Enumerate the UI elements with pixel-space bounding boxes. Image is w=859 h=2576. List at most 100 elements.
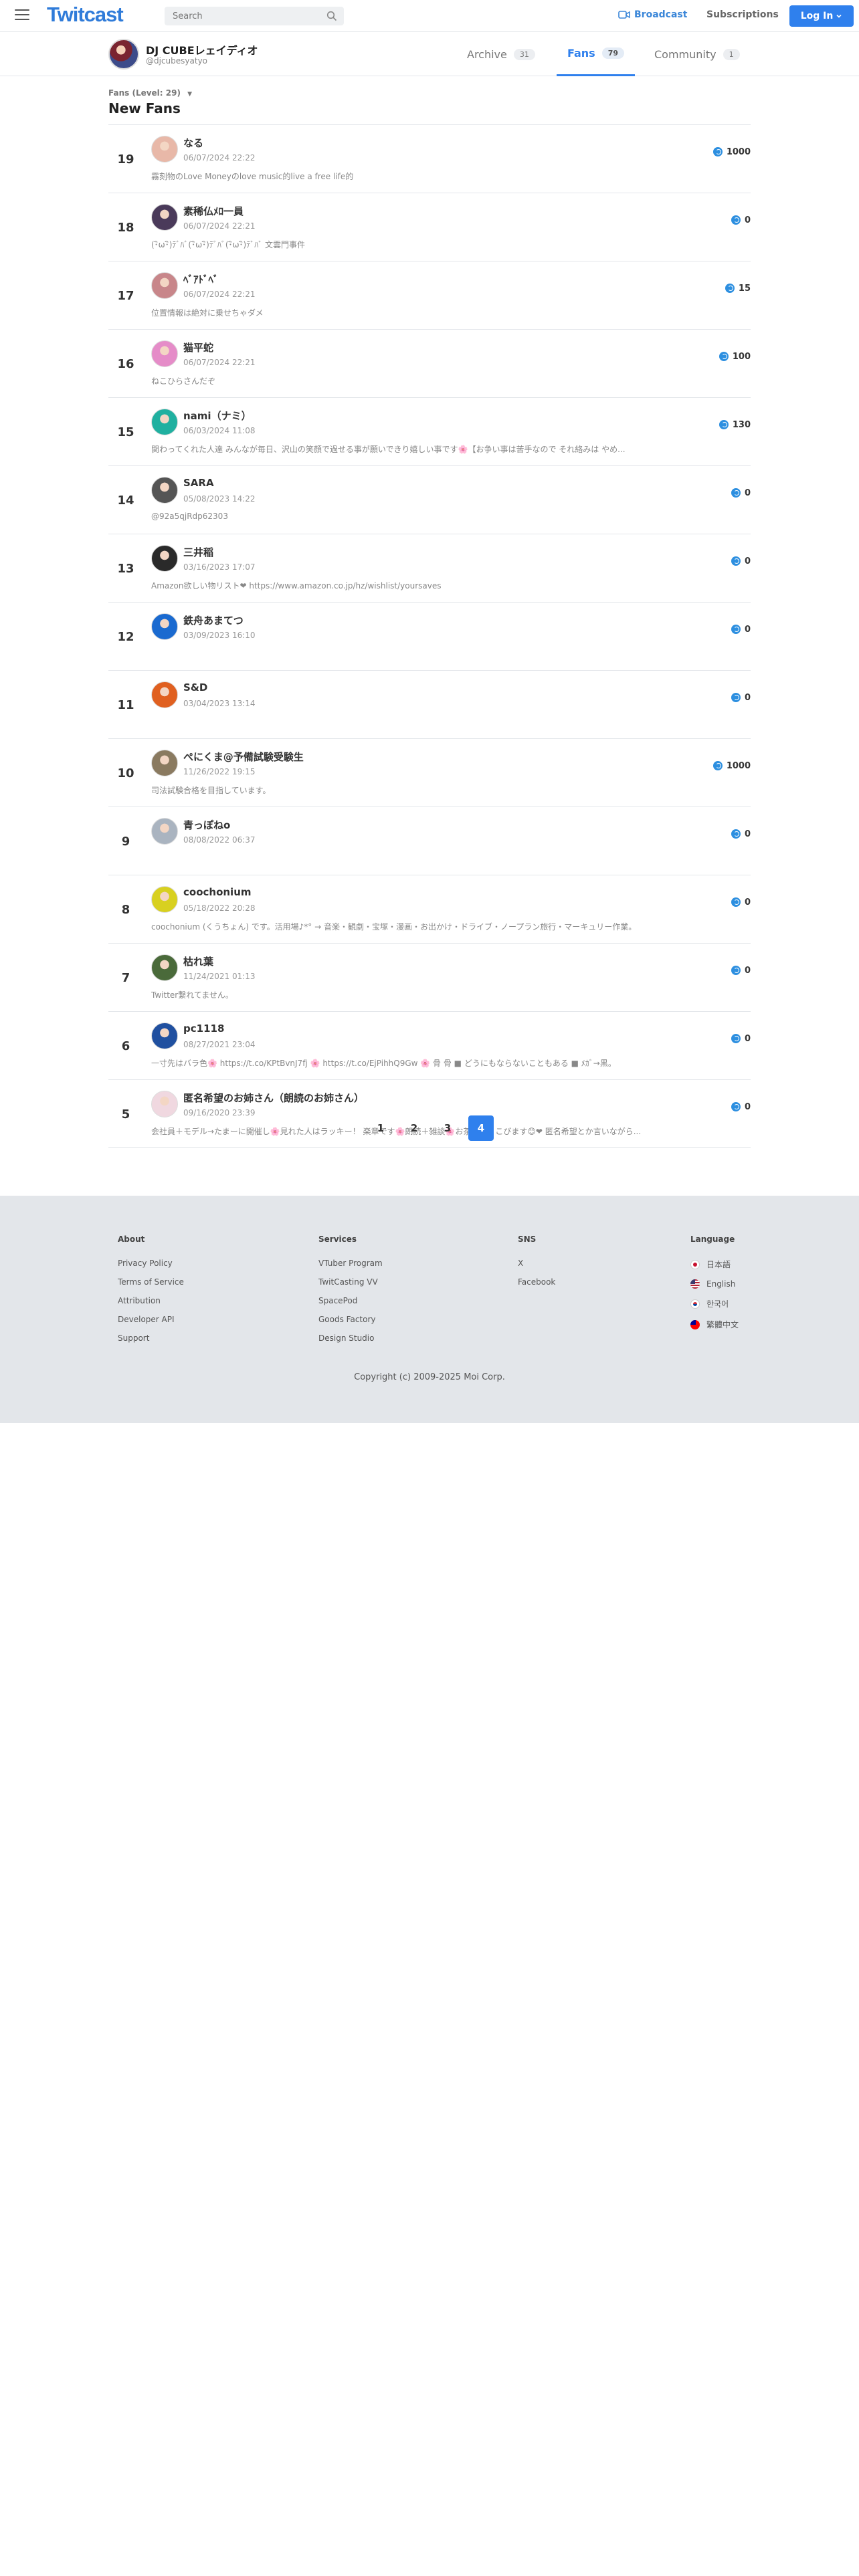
broadcast-button[interactable]: Broadcast [618, 9, 687, 20]
points-value: 0 [744, 556, 751, 566]
fan-name[interactable]: nami（ナミ） [183, 409, 252, 423]
footer-link[interactable]: Privacy Policy [118, 1259, 184, 1268]
avatar[interactable] [151, 613, 178, 640]
points-value: 0 [744, 829, 751, 839]
fan-name[interactable]: 青っぽねo [183, 818, 230, 832]
tab-community[interactable]: Community 1 [654, 32, 740, 76]
footer-link[interactable]: Support [118, 1333, 184, 1343]
login-button[interactable]: Log In [789, 5, 854, 27]
footer-sns-column: SNS X Facebook [518, 1235, 555, 1296]
fan-rank: 7 [121, 970, 130, 985]
avatar[interactable] [151, 272, 178, 299]
menu-icon[interactable] [15, 9, 29, 21]
fan-name[interactable]: ﾍﾞｱﾄﾞﾍﾞ [183, 272, 219, 286]
fan-name[interactable]: 枯れ葉 [183, 954, 213, 968]
fan-date: 03/16/2023 17:07 [183, 562, 256, 572]
avatar[interactable] [151, 340, 178, 367]
avatar[interactable] [151, 818, 178, 845]
tab-count-badge: 1 [723, 48, 740, 60]
twitcast-logo[interactable]: Twitcast [47, 3, 124, 27]
fan-points: 0 [731, 1012, 751, 1065]
fan-rank: 13 [117, 561, 134, 576]
profile-bar: DJ CUBEレェイディオ @djcubesyatyo Archive 31 F… [0, 32, 859, 76]
subscriptions-link[interactable]: Subscriptions [706, 9, 779, 20]
fan-name[interactable]: 猫平蛇 [183, 340, 213, 354]
breadcrumb[interactable]: Fans (Level: 29) ▼ [108, 88, 192, 98]
language-option[interactable]: English [690, 1279, 739, 1289]
search-icon[interactable] [326, 11, 337, 21]
page-button[interactable]: 3 [435, 1115, 460, 1141]
fan-row: 6 pc1118 08/27/2021 23:04 一寸先はバラ色🌸 https://… [108, 1011, 751, 1079]
avatar[interactable] [151, 545, 178, 572]
fan-date: 08/27/2021 23:04 [183, 1040, 256, 1049]
fan-name[interactable]: pc1118 [183, 1023, 224, 1035]
footer-heading: SNS [518, 1235, 537, 1244]
coin-icon [731, 556, 741, 566]
fan-name[interactable]: なる [183, 136, 203, 150]
footer-link[interactable]: VTuber Program [318, 1259, 383, 1268]
fan-name[interactable]: coochonium [183, 886, 252, 898]
page-button[interactable]: 2 [401, 1115, 427, 1141]
language-option[interactable]: 繁體中文 [690, 1319, 739, 1330]
avatar[interactable] [151, 1091, 178, 1117]
tab-fans[interactable]: Fans 79 [557, 32, 636, 76]
fan-date: 11/26/2022 19:15 [183, 767, 256, 776]
fan-name[interactable]: 鉄舟あまてつ [183, 613, 244, 627]
avatar[interactable] [151, 477, 178, 504]
points-value: 130 [732, 419, 751, 430]
fan-name[interactable]: 素稀仏ﾒﾛ一員 [183, 204, 244, 218]
fan-points: 130 [719, 398, 751, 451]
footer-link[interactable]: Goods Factory [318, 1315, 383, 1324]
avatar[interactable] [108, 39, 139, 70]
fan-date: 06/07/2024 22:21 [183, 358, 256, 367]
language-label: 한국어 [706, 1299, 729, 1309]
avatar[interactable] [151, 750, 178, 776]
fan-date: 06/07/2024 22:21 [183, 290, 256, 299]
fan-points: 1000 [712, 739, 751, 792]
fan-rank: 17 [117, 288, 134, 303]
page-button[interactable]: 1 [368, 1115, 393, 1141]
fan-row: 11 S&D 03/04/2023 13:14 0 [108, 670, 751, 738]
avatar[interactable] [151, 681, 178, 708]
fan-name[interactable]: ぺにくま@予備試験受験生 [183, 750, 304, 764]
fan-name[interactable]: SARA [183, 477, 214, 489]
avatar[interactable] [151, 204, 178, 231]
fan-points: 0 [731, 875, 751, 929]
footer-link[interactable]: Attribution [118, 1296, 184, 1305]
avatar[interactable] [151, 886, 178, 913]
footer-link[interactable]: Design Studio [318, 1333, 383, 1343]
language-option[interactable]: 日本語 [690, 1259, 739, 1270]
footer-link[interactable]: Facebook [518, 1277, 555, 1287]
fan-rank: 18 [117, 220, 134, 235]
tab-count-badge: 79 [601, 47, 625, 59]
fan-row: 10 ぺにくま@予備試験受験生 11/26/2022 19:15 司法試験合格を目指し… [108, 738, 751, 807]
avatar[interactable] [151, 1023, 178, 1049]
footer-link[interactable]: X [518, 1259, 555, 1268]
footer-link[interactable]: Terms of Service [118, 1277, 184, 1287]
fan-name[interactable]: S&D [183, 681, 207, 693]
avatar[interactable] [151, 954, 178, 981]
profile-name[interactable]: DJ CUBEレェイディオ [146, 41, 258, 58]
fan-name[interactable]: 三井稲 [183, 545, 213, 559]
footer-language-column: Language 日本語 English 한국어 繁體中文 [690, 1235, 739, 1339]
profile-id: @djcubesyatyo [146, 56, 208, 66]
fan-points: 0 [731, 671, 751, 724]
fan-date: 05/08/2023 14:22 [183, 494, 256, 504]
footer-link[interactable]: TwitCasting VV [318, 1277, 383, 1287]
fan-rank: 15 [117, 425, 134, 439]
japan-flag-icon [690, 1259, 700, 1269]
footer-link[interactable]: SpacePod [318, 1296, 383, 1305]
language-option[interactable]: 한국어 [690, 1298, 739, 1309]
fan-points: 0 [731, 193, 751, 247]
fan-bio: Amazon欲しい物リスト❤ https://www.amazon.co.jp/… [151, 581, 442, 591]
tab-archive[interactable]: Archive 31 [467, 32, 535, 76]
fan-name[interactable]: 匿名希望のお姉さん（朗読のお姉さん） [183, 1091, 364, 1105]
search-input[interactable] [173, 9, 320, 23]
fan-points: 0 [731, 534, 751, 588]
avatar[interactable] [151, 136, 178, 163]
avatar[interactable] [151, 409, 178, 435]
footer-link[interactable]: Developer API [118, 1315, 184, 1324]
page-button[interactable]: 4 [468, 1115, 494, 1141]
search-box[interactable] [165, 7, 344, 25]
fan-bio: @92a5qjRdp62303 [151, 512, 228, 521]
